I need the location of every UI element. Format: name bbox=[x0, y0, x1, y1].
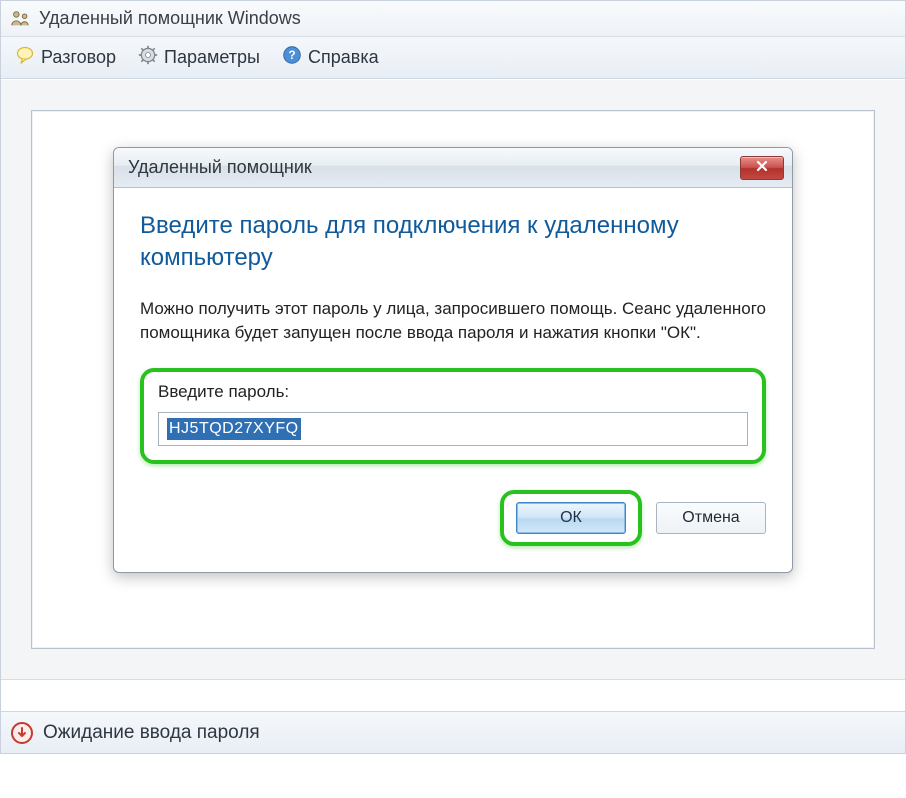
toolbar-help-label: Справка bbox=[308, 47, 379, 68]
status-gap bbox=[1, 679, 905, 711]
ok-button-highlight: ОК bbox=[500, 490, 642, 546]
dialog-body: Введите пароль для подключения к удаленн… bbox=[114, 188, 792, 572]
toolbar: Разговор Параметры bbox=[1, 37, 905, 79]
remote-assistance-window: Удаленный помощник Windows Разговор bbox=[0, 0, 906, 754]
content-area: Удаленный помощник Введите пароль для по… bbox=[1, 79, 905, 679]
password-input[interactable] bbox=[158, 412, 748, 446]
toolbar-settings[interactable]: Параметры bbox=[130, 41, 268, 74]
window-titlebar: Удаленный помощник Windows bbox=[1, 1, 905, 37]
help-icon: ? bbox=[282, 45, 302, 70]
dialog-button-row: ОК Отмена bbox=[140, 490, 766, 546]
download-arrow-icon bbox=[11, 722, 33, 744]
dialog-heading: Введите пароль для подключения к удаленн… bbox=[140, 210, 766, 275]
inner-panel: Удаленный помощник Введите пароль для по… bbox=[31, 110, 875, 649]
svg-text:?: ? bbox=[288, 49, 295, 62]
dialog-description: Можно получить этот пароль у лица, запро… bbox=[140, 297, 766, 346]
dialog-title: Удаленный помощник bbox=[128, 157, 312, 178]
password-dialog: Удаленный помощник Введите пароль для по… bbox=[113, 147, 793, 573]
dialog-titlebar: Удаленный помощник bbox=[114, 148, 792, 188]
toolbar-chat-label: Разговор bbox=[41, 47, 116, 68]
status-text: Ожидание ввода пароля bbox=[43, 722, 260, 744]
status-bar: Ожидание ввода пароля bbox=[1, 711, 905, 753]
cancel-button[interactable]: Отмена bbox=[656, 502, 766, 534]
close-button[interactable] bbox=[740, 156, 784, 180]
toolbar-help[interactable]: ? Справка bbox=[274, 41, 387, 74]
toolbar-settings-label: Параметры bbox=[164, 47, 260, 68]
close-icon bbox=[755, 157, 769, 178]
password-field-highlight: Введите пароль: HJ5TQD27XYFQ bbox=[140, 368, 766, 464]
ok-button[interactable]: ОК bbox=[516, 502, 626, 534]
password-label: Введите пароль: bbox=[158, 382, 748, 402]
toolbar-chat[interactable]: Разговор bbox=[7, 41, 124, 74]
window-title: Удаленный помощник Windows bbox=[39, 8, 301, 29]
gear-icon bbox=[138, 45, 158, 70]
chat-bubble-icon bbox=[15, 45, 35, 70]
remote-assistance-icon bbox=[9, 8, 31, 30]
